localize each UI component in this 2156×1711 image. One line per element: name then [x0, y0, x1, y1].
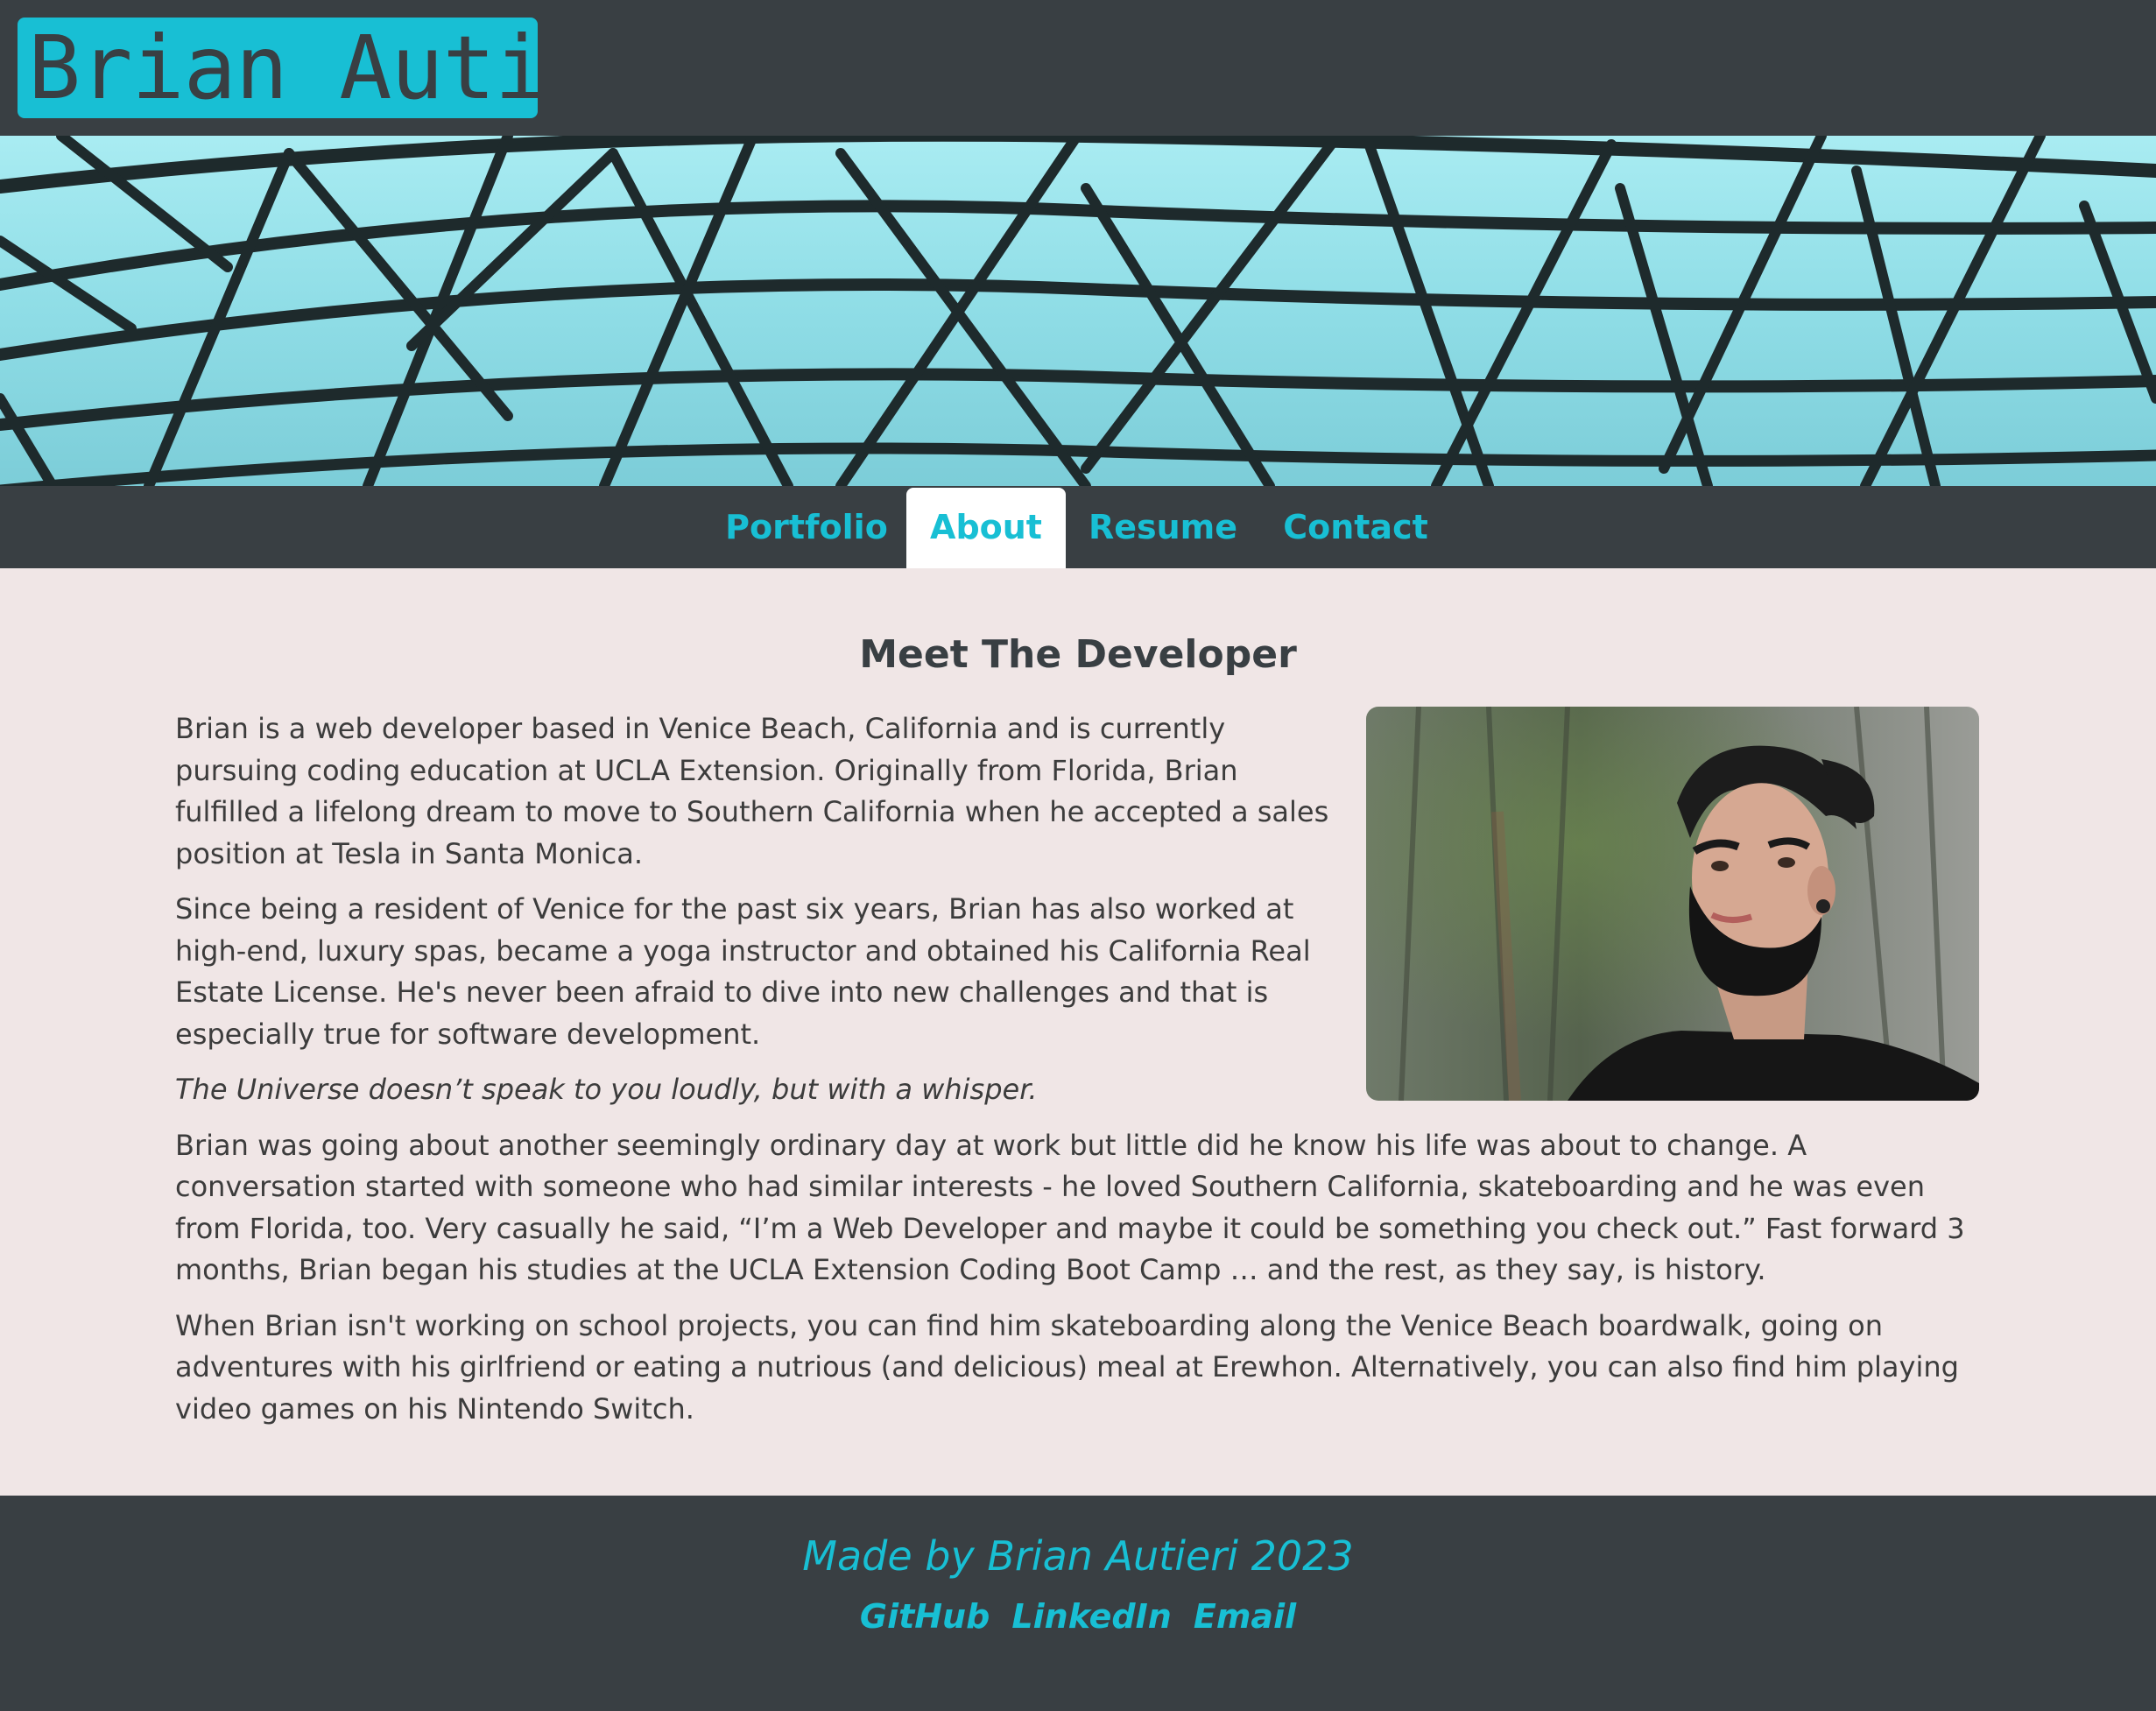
about-section: Meet The Developer Brian is a web develo… — [0, 568, 2156, 1496]
site-logo[interactable]: Brian Autieri — [18, 18, 538, 118]
about-content: Brian is a web developer based in Venice… — [175, 707, 1979, 1444]
footer-links: GitHub LinkedIn Email — [0, 1597, 2156, 1636]
nav-about[interactable]: About — [906, 488, 1066, 568]
footer-credit: Made by Brian Autieri 2023 — [802, 1532, 1354, 1580]
page-title: Meet The Developer — [859, 632, 1297, 678]
github-link[interactable]: GitHub — [860, 1597, 990, 1636]
main-nav: Portfolio About Resume Contact — [0, 486, 2156, 568]
nav-resume[interactable]: Resume — [1082, 486, 1244, 568]
nav-contact[interactable]: Contact — [1279, 486, 1433, 568]
site-footer: Made by Brian Autieri 2023 GitHub Linked… — [0, 1496, 2156, 1711]
bio-paragraph-4: When Brian isn't working on school proje… — [175, 1308, 1959, 1426]
profile-photo — [1366, 707, 1979, 1101]
email-link[interactable]: Email — [1194, 1597, 1296, 1636]
hero-banner-image — [0, 136, 2156, 486]
nav-portfolio[interactable]: Portfolio — [723, 486, 890, 568]
bio-paragraph-3: Brian was going about another seemingly … — [175, 1128, 1965, 1287]
linkedin-link[interactable]: LinkedIn — [1011, 1597, 1171, 1636]
site-header: Brian Autieri — [0, 0, 2156, 136]
